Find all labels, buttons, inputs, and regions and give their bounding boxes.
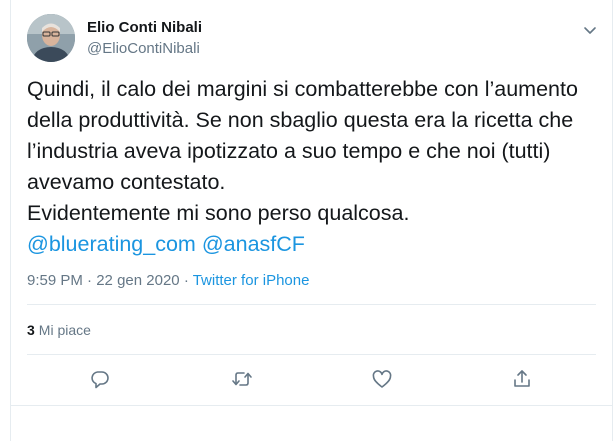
like-icon[interactable] [371,368,393,390]
author-name[interactable]: Elio Conti Nibali [87,19,202,36]
share-icon[interactable] [511,368,533,390]
tweet-text: Quindi, il calo dei margini si combatter… [27,77,578,225]
avatar-image [27,14,75,62]
likes-stat[interactable]: 3 Mi piace [27,322,91,338]
tweet-card: Elio Conti Nibali @ElioContiNibali Quind… [10,0,613,442]
avatar[interactable] [27,14,75,62]
author-handle[interactable]: @ElioContiNibali [87,40,200,57]
divider [27,304,596,305]
tweet-time[interactable]: 9:59 PM [27,272,83,289]
chevron-down-icon[interactable] [583,26,597,36]
tweet-date[interactable]: 22 gen 2020 [96,272,179,289]
next-tweet-strip [11,405,612,442]
likes-label: Mi piace [38,322,91,338]
meta-separator: · [183,272,189,289]
meta-separator: · [87,272,93,289]
mention-link[interactable]: @anasfCF [202,232,305,256]
reply-icon[interactable] [89,368,111,390]
mention-link[interactable]: @bluerating_com [27,232,196,256]
tweet-source-link[interactable]: Twitter for iPhone [193,272,310,289]
likes-count: 3 [27,322,35,338]
retweet-icon[interactable] [231,368,253,390]
tweet-mentions: @bluerating_com @anasfCF [27,229,305,260]
tweet-meta: 9:59 PM · 22 gen 2020 · Twitter for iPho… [27,272,309,289]
divider [27,354,596,355]
